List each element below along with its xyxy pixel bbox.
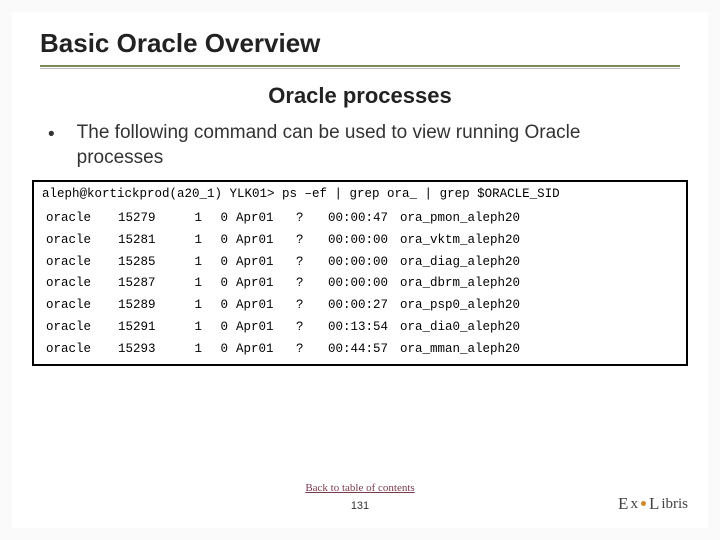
table-row: oracle1529110Apr01?00:13:54ora_dia0_alep… (42, 317, 678, 339)
process-table: oracle1527910Apr01?00:00:47ora_pmon_alep… (42, 208, 678, 360)
cell-ppid: 1 (178, 295, 206, 317)
cell-user: oracle (42, 230, 114, 252)
cell-pid: 15285 (114, 252, 178, 274)
cell-date: Apr01 (232, 208, 292, 230)
cell-tty: ? (292, 339, 314, 361)
cell-date: Apr01 (232, 317, 292, 339)
cell-user: oracle (42, 339, 114, 361)
cell-cmd: ora_mman_aleph20 (396, 339, 678, 361)
cell-c: 0 (206, 317, 232, 339)
cell-cmd: ora_psp0_aleph20 (396, 295, 678, 317)
cell-time: 00:00:00 (314, 252, 396, 274)
subtitle: Oracle processes (12, 83, 708, 109)
cell-ppid: 1 (178, 317, 206, 339)
body: • The following command can be used to v… (12, 117, 708, 170)
bullet-text: The following command can be used to vie… (77, 121, 672, 170)
back-to-toc-link[interactable]: Back to table of contents (305, 482, 414, 494)
footer: Back to table of contents 131 (12, 478, 708, 512)
cell-c: 0 (206, 252, 232, 274)
title-underline-thin (40, 68, 680, 69)
header: Basic Oracle Overview (12, 12, 708, 73)
page-number: 131 (12, 500, 708, 512)
cell-tty: ? (292, 208, 314, 230)
cell-user: oracle (42, 273, 114, 295)
cell-cmd: ora_pmon_aleph20 (396, 208, 678, 230)
cell-date: Apr01 (232, 295, 292, 317)
cell-pid: 15281 (114, 230, 178, 252)
cell-user: oracle (42, 208, 114, 230)
cell-time: 00:00:27 (314, 295, 396, 317)
cell-pid: 15279 (114, 208, 178, 230)
logo-dot-icon (641, 501, 646, 506)
cell-time: 00:00:00 (314, 273, 396, 295)
cell-cmd: ora_vktm_aleph20 (396, 230, 678, 252)
cell-c: 0 (206, 339, 232, 361)
cell-ppid: 1 (178, 252, 206, 274)
cell-time: 00:00:47 (314, 208, 396, 230)
title-underline (40, 65, 680, 67)
cell-pid: 15289 (114, 295, 178, 317)
cell-ppid: 1 (178, 208, 206, 230)
cell-tty: ? (292, 273, 314, 295)
cell-date: Apr01 (232, 339, 292, 361)
cell-time: 00:44:57 (314, 339, 396, 361)
cell-time: 00:00:00 (314, 230, 396, 252)
table-row: oracle1528510Apr01?00:00:00ora_diag_alep… (42, 252, 678, 274)
cell-c: 0 (206, 230, 232, 252)
cell-c: 0 (206, 273, 232, 295)
cell-user: oracle (42, 295, 114, 317)
cell-date: Apr01 (232, 273, 292, 295)
cell-tty: ? (292, 317, 314, 339)
cell-date: Apr01 (232, 252, 292, 274)
cell-c: 0 (206, 295, 232, 317)
cell-ppid: 1 (178, 339, 206, 361)
cell-cmd: ora_diag_aleph20 (396, 252, 678, 274)
table-row: oracle1529310Apr01?00:44:57ora_mman_alep… (42, 339, 678, 361)
page-title: Basic Oracle Overview (40, 28, 680, 63)
cell-user: oracle (42, 317, 114, 339)
bullet-dot-icon: • (48, 121, 55, 148)
cell-pid: 15293 (114, 339, 178, 361)
table-row: oracle1528710Apr01?00:00:00ora_dbrm_alep… (42, 273, 678, 295)
cell-pid: 15287 (114, 273, 178, 295)
cell-cmd: ora_dbrm_aleph20 (396, 273, 678, 295)
cell-ppid: 1 (178, 230, 206, 252)
terminal-output: aleph@kortickprod(a20_1) YLK01> ps –ef |… (32, 180, 688, 366)
logo-glyph: E (618, 494, 628, 514)
cell-time: 00:13:54 (314, 317, 396, 339)
slide: Basic Oracle Overview Oracle processes •… (12, 12, 708, 528)
cell-tty: ? (292, 230, 314, 252)
cell-pid: 15291 (114, 317, 178, 339)
bullet-item: • The following command can be used to v… (48, 121, 672, 170)
cell-c: 0 (206, 208, 232, 230)
cell-date: Apr01 (232, 230, 292, 252)
cell-ppid: 1 (178, 273, 206, 295)
table-row: oracle1527910Apr01?00:00:47ora_pmon_alep… (42, 208, 678, 230)
terminal-command: aleph@kortickprod(a20_1) YLK01> ps –ef |… (42, 188, 678, 202)
cell-tty: ? (292, 252, 314, 274)
exlibris-logo: ExLibris (618, 494, 688, 514)
cell-cmd: ora_dia0_aleph20 (396, 317, 678, 339)
table-row: oracle1528110Apr01?00:00:00ora_vktm_alep… (42, 230, 678, 252)
table-row: oracle1528910Apr01?00:00:27ora_psp0_alep… (42, 295, 678, 317)
cell-tty: ? (292, 295, 314, 317)
cell-user: oracle (42, 252, 114, 274)
